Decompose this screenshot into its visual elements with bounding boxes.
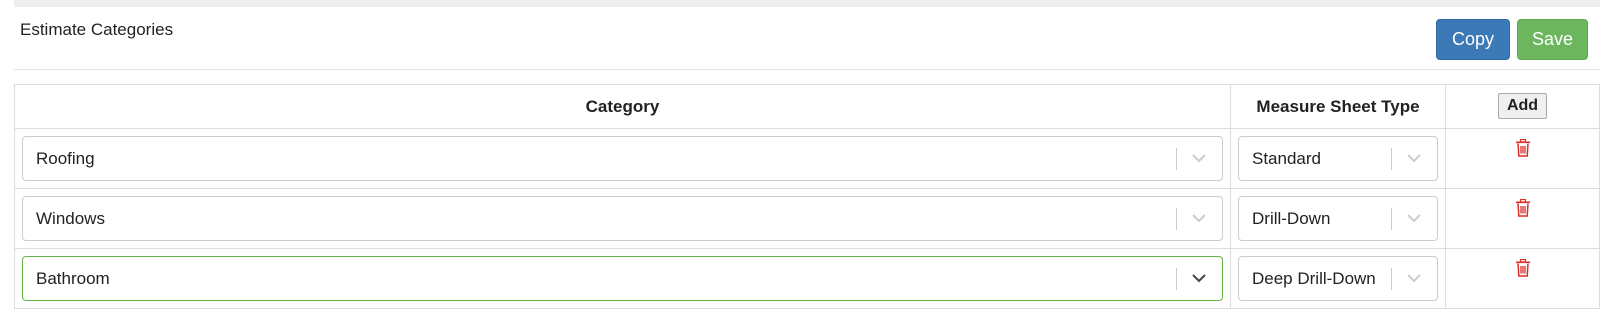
categories-table: Category Measure Sheet Type Add Roofing … (14, 84, 1600, 309)
actions-cell (1445, 248, 1600, 309)
table-header-row: Category Measure Sheet Type Add (14, 84, 1600, 129)
select-separator (1176, 148, 1177, 170)
top-divider-bar (14, 0, 1600, 7)
column-header-category: Category (14, 84, 1231, 129)
column-header-actions: Add (1445, 84, 1600, 129)
type-cell: Deep Drill-Down (1230, 248, 1446, 309)
actions-cell (1445, 188, 1600, 249)
category-cell: Bathroom (14, 248, 1231, 309)
actions-cell (1445, 128, 1600, 189)
chevron-down-icon[interactable] (1404, 270, 1424, 286)
trash-icon (1515, 138, 1530, 157)
category-select[interactable]: Windows (22, 196, 1223, 241)
trash-icon (1515, 258, 1530, 277)
select-separator (1391, 148, 1392, 170)
chevron-down-icon[interactable] (1404, 150, 1424, 166)
select-separator (1176, 208, 1177, 230)
type-value: Drill-Down (1252, 209, 1331, 228)
type-cell: Drill-Down (1230, 188, 1446, 249)
page-title: Estimate Categories (20, 20, 174, 39)
select-separator (1391, 268, 1392, 290)
trash-icon (1515, 198, 1530, 217)
table-row: Bathroom Deep Drill-Down (14, 248, 1600, 309)
copy-button[interactable]: Copy (1436, 19, 1510, 60)
chevron-down-icon[interactable] (1404, 210, 1424, 226)
chevron-down-icon[interactable] (1189, 150, 1209, 166)
measure-sheet-type-select[interactable]: Standard (1238, 136, 1438, 181)
measure-sheet-type-select[interactable]: Drill-Down (1238, 196, 1438, 241)
delete-button[interactable] (1515, 198, 1531, 222)
panel-header: Estimate Categories Copy Save (14, 7, 1600, 70)
delete-button[interactable] (1515, 258, 1531, 282)
type-value: Deep Drill-Down (1252, 269, 1376, 288)
chevron-down-icon[interactable] (1189, 270, 1209, 286)
save-button[interactable]: Save (1517, 19, 1588, 60)
chevron-down-icon[interactable] (1189, 210, 1209, 226)
category-cell: Windows (14, 188, 1231, 249)
measure-sheet-type-select[interactable]: Deep Drill-Down (1238, 256, 1438, 301)
column-header-measure-sheet-type: Measure Sheet Type (1230, 84, 1446, 129)
type-cell: Standard (1230, 128, 1446, 189)
category-value: Roofing (36, 149, 95, 168)
category-cell: Roofing (14, 128, 1231, 189)
category-value: Bathroom (36, 269, 110, 288)
select-separator (1176, 268, 1177, 290)
delete-button[interactable] (1515, 138, 1531, 162)
category-select[interactable]: Bathroom (22, 256, 1223, 301)
table-row: Roofing Standard (14, 128, 1600, 189)
category-select[interactable]: Roofing (22, 136, 1223, 181)
add-button[interactable]: Add (1497, 92, 1548, 119)
table-row: Windows Drill-Down (14, 188, 1600, 249)
select-separator (1391, 208, 1392, 230)
type-value: Standard (1252, 149, 1321, 168)
category-value: Windows (36, 209, 105, 228)
